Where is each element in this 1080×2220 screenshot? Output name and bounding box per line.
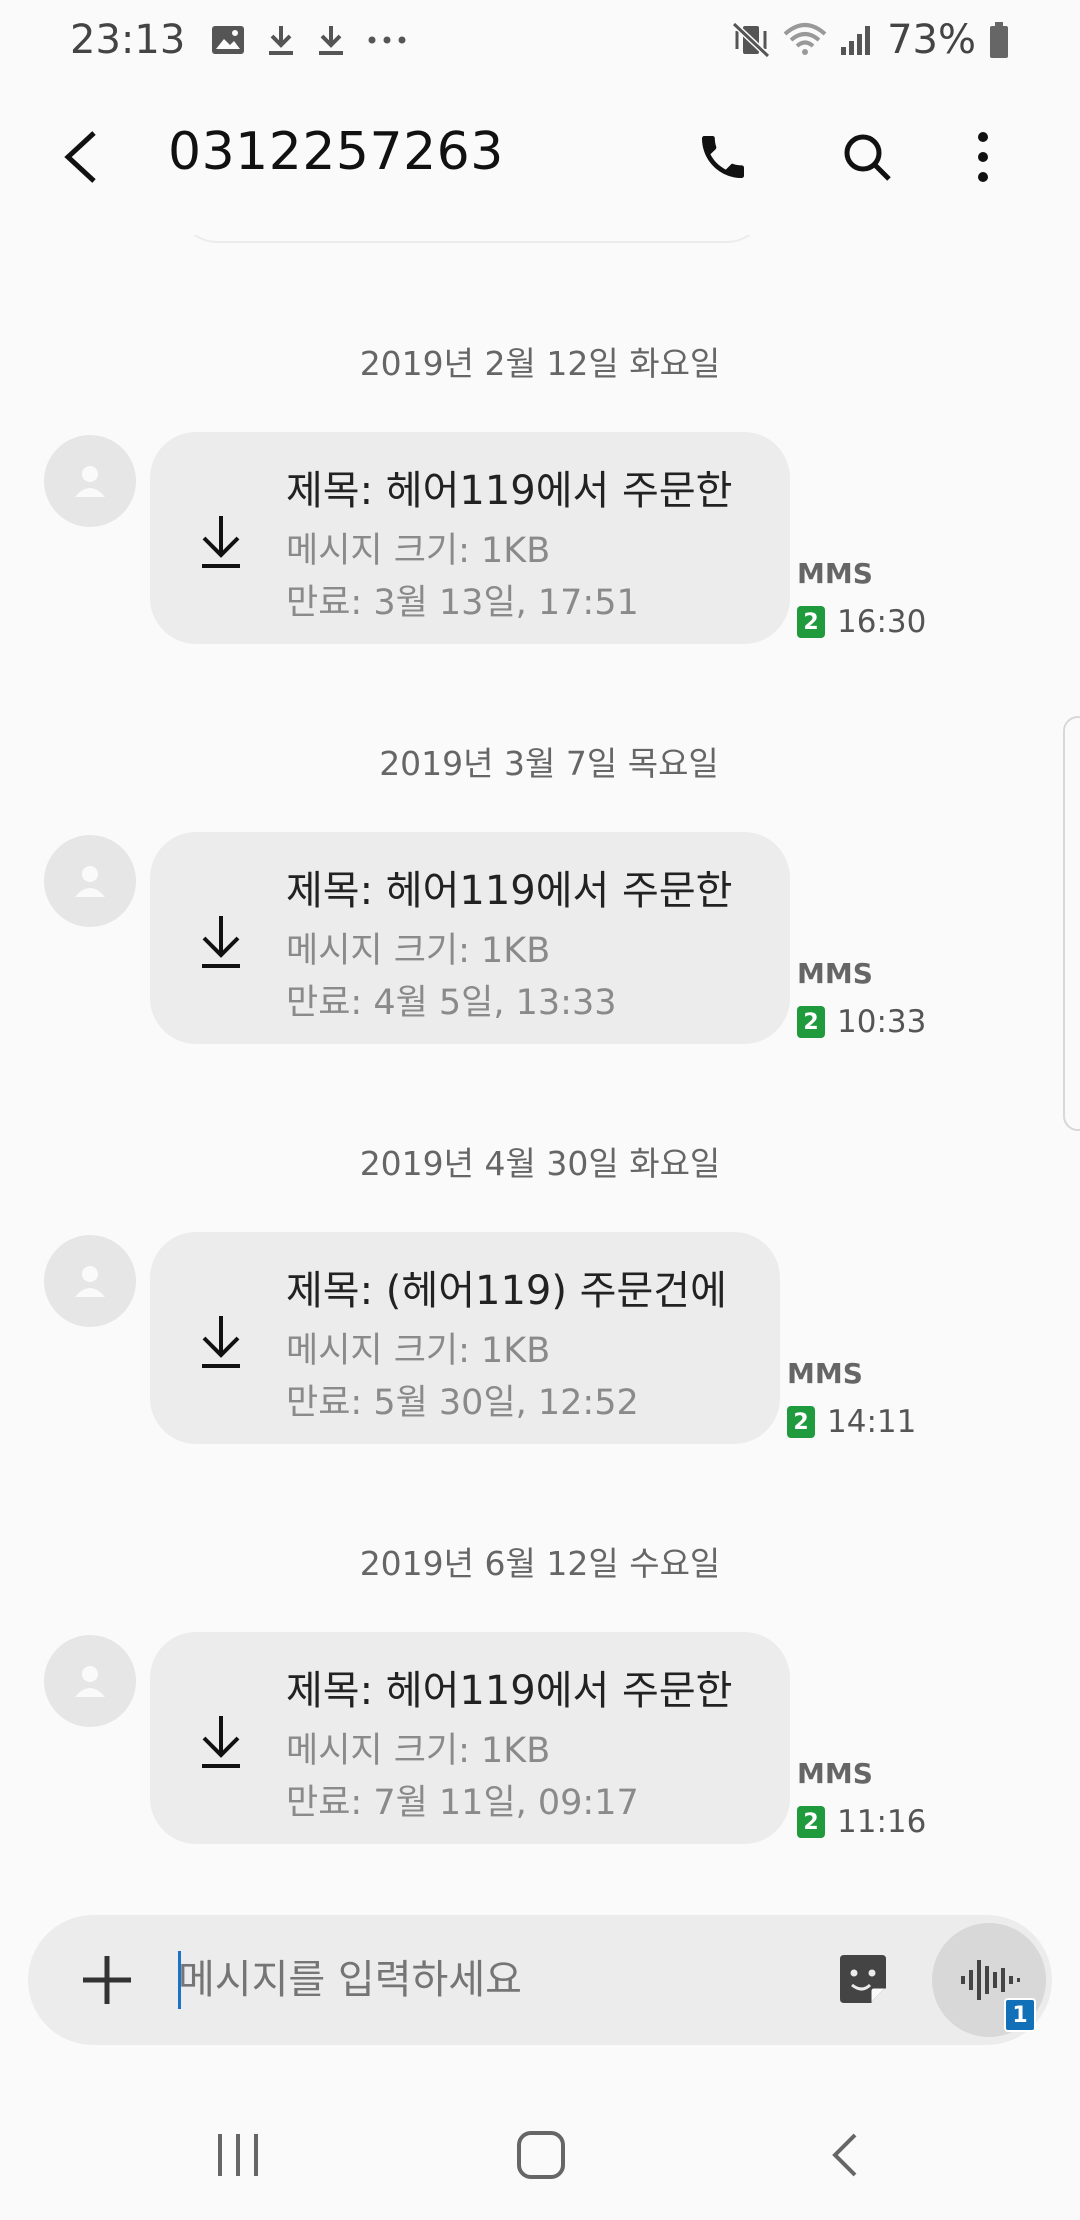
battery-icon bbox=[988, 21, 1010, 59]
download-icon[interactable] bbox=[196, 512, 246, 572]
gallery-icon bbox=[211, 25, 245, 55]
avatar[interactable] bbox=[44, 1235, 136, 1327]
message-type: MMS bbox=[787, 1357, 863, 1390]
mms-message-bubble[interactable]: 제목: (헤어119) 주문건에 메시지 크기: 1KB 만료: 5월 30일,… bbox=[150, 1232, 780, 1444]
message-expiry: 만료: 4월 5일, 13:33 bbox=[286, 983, 617, 1023]
notification-icons bbox=[211, 24, 407, 56]
message-time: 14:11 bbox=[827, 1404, 917, 1440]
message-time: 10:33 bbox=[837, 1004, 927, 1040]
download-icon bbox=[267, 24, 295, 56]
message-subject: 제목: 헤어119에서 주문한 bbox=[286, 868, 733, 914]
sim-indicator-badge: 1 bbox=[1004, 1998, 1036, 2032]
call-button[interactable] bbox=[688, 122, 758, 192]
battery-percent: 73% bbox=[887, 17, 976, 63]
wifi-icon bbox=[783, 22, 827, 58]
text-caret bbox=[178, 1951, 181, 2009]
message-expiry: 만료: 3월 13일, 17:51 bbox=[286, 583, 639, 623]
message-expiry: 만료: 5월 30일, 12:52 bbox=[286, 1383, 639, 1423]
vibrate-mute-icon bbox=[731, 21, 771, 59]
back-arrow-icon bbox=[64, 131, 96, 183]
back-button[interactable] bbox=[50, 120, 110, 194]
sim-badge: 2 bbox=[797, 606, 825, 638]
date-separator: 2019년 2월 12일 화요일 bbox=[359, 344, 721, 383]
message-meta: MMS 2 11:16 bbox=[797, 1757, 926, 1840]
message-subject: 제목: 헤어119에서 주문한 bbox=[286, 1668, 733, 1714]
mms-message-bubble[interactable]: 제목: 헤어119에서 주문한 메시지 크기: 1KB 만료: 7월 11일, … bbox=[150, 1632, 790, 1844]
previous-message-bubble[interactable] bbox=[178, 235, 766, 243]
message-size: 메시지 크기: 1KB bbox=[286, 1331, 551, 1371]
download-icon[interactable] bbox=[196, 912, 246, 972]
date-separator: 2019년 4월 30일 화요일 bbox=[359, 1144, 721, 1183]
person-icon bbox=[75, 1666, 105, 1697]
recents-icon bbox=[218, 2134, 258, 2176]
message-size: 메시지 크기: 1KB bbox=[286, 1731, 551, 1771]
message-size: 메시지 크기: 1KB bbox=[286, 531, 551, 571]
recents-button[interactable] bbox=[193, 2120, 283, 2190]
search-button[interactable] bbox=[832, 122, 902, 192]
message-time: 11:16 bbox=[837, 1804, 927, 1840]
more-options-button[interactable] bbox=[948, 122, 1018, 192]
sim-badge: 2 bbox=[787, 1406, 815, 1438]
voice-wave-icon bbox=[961, 1960, 1020, 2000]
navigation-bar bbox=[0, 2080, 1080, 2220]
message-meta: MMS 2 10:33 bbox=[797, 957, 926, 1040]
message-input[interactable] bbox=[178, 1943, 798, 2017]
message-meta: MMS 2 16:30 bbox=[797, 557, 926, 640]
person-icon bbox=[75, 866, 105, 897]
system-icons: 73% bbox=[731, 17, 1010, 63]
back-icon bbox=[832, 2133, 857, 2177]
avatar[interactable] bbox=[44, 835, 136, 927]
person-icon bbox=[75, 466, 105, 497]
home-icon bbox=[517, 2131, 565, 2179]
home-button[interactable] bbox=[496, 2120, 586, 2190]
scroll-handle[interactable] bbox=[1063, 716, 1080, 1131]
plus-icon bbox=[83, 1956, 131, 2004]
back-nav-button[interactable] bbox=[800, 2120, 890, 2190]
message-subject: 제목: (헤어119) 주문건에 bbox=[286, 1268, 727, 1314]
mms-message-bubble[interactable]: 제목: 헤어119에서 주문한 메시지 크기: 1KB 만료: 3월 13일, … bbox=[150, 432, 790, 644]
message-subject: 제목: 헤어119에서 주문한 bbox=[286, 468, 733, 514]
message-thread[interactable]: 2019년 2월 12일 화요일 제목: 헤어119에서 주문한 메시지 크기:… bbox=[0, 235, 1080, 1895]
status-bar: 23:13 73% bbox=[0, 0, 1080, 80]
message-time: 16:30 bbox=[837, 604, 927, 640]
message-meta: MMS 2 14:11 bbox=[787, 1357, 916, 1440]
phone-icon bbox=[702, 136, 744, 178]
date-separator: 2019년 3월 7일 목요일 bbox=[379, 744, 719, 783]
download-icon[interactable] bbox=[196, 1712, 246, 1772]
download-icon[interactable] bbox=[196, 1312, 246, 1372]
contact-number-title[interactable]: 0312257263 bbox=[168, 122, 504, 182]
signal-icon bbox=[839, 23, 875, 57]
status-time: 23:13 bbox=[70, 17, 186, 63]
more-vert-icon bbox=[978, 132, 988, 182]
app-bar: 0312257263 bbox=[0, 80, 1080, 235]
search-icon bbox=[844, 134, 891, 181]
message-composer bbox=[28, 1915, 1052, 2045]
download-icon bbox=[317, 24, 345, 56]
message-type: MMS bbox=[797, 957, 873, 990]
attach-button[interactable] bbox=[72, 1945, 142, 2015]
message-size: 메시지 크기: 1KB bbox=[286, 931, 551, 971]
sim-badge: 2 bbox=[797, 1006, 825, 1038]
person-icon bbox=[75, 1266, 105, 1297]
sim-badge: 2 bbox=[797, 1806, 825, 1838]
message-type: MMS bbox=[797, 557, 873, 590]
sticker-icon bbox=[840, 1955, 886, 2003]
sticker-button[interactable] bbox=[828, 1945, 898, 2015]
message-type: MMS bbox=[797, 1757, 873, 1790]
more-notifications-icon bbox=[367, 35, 407, 45]
message-expiry: 만료: 7월 11일, 09:17 bbox=[286, 1783, 639, 1823]
avatar[interactable] bbox=[44, 1635, 136, 1727]
date-separator: 2019년 6월 12일 수요일 bbox=[359, 1544, 721, 1583]
avatar[interactable] bbox=[44, 435, 136, 527]
mms-message-bubble[interactable]: 제목: 헤어119에서 주문한 메시지 크기: 1KB 만료: 4월 5일, 1… bbox=[150, 832, 790, 1044]
